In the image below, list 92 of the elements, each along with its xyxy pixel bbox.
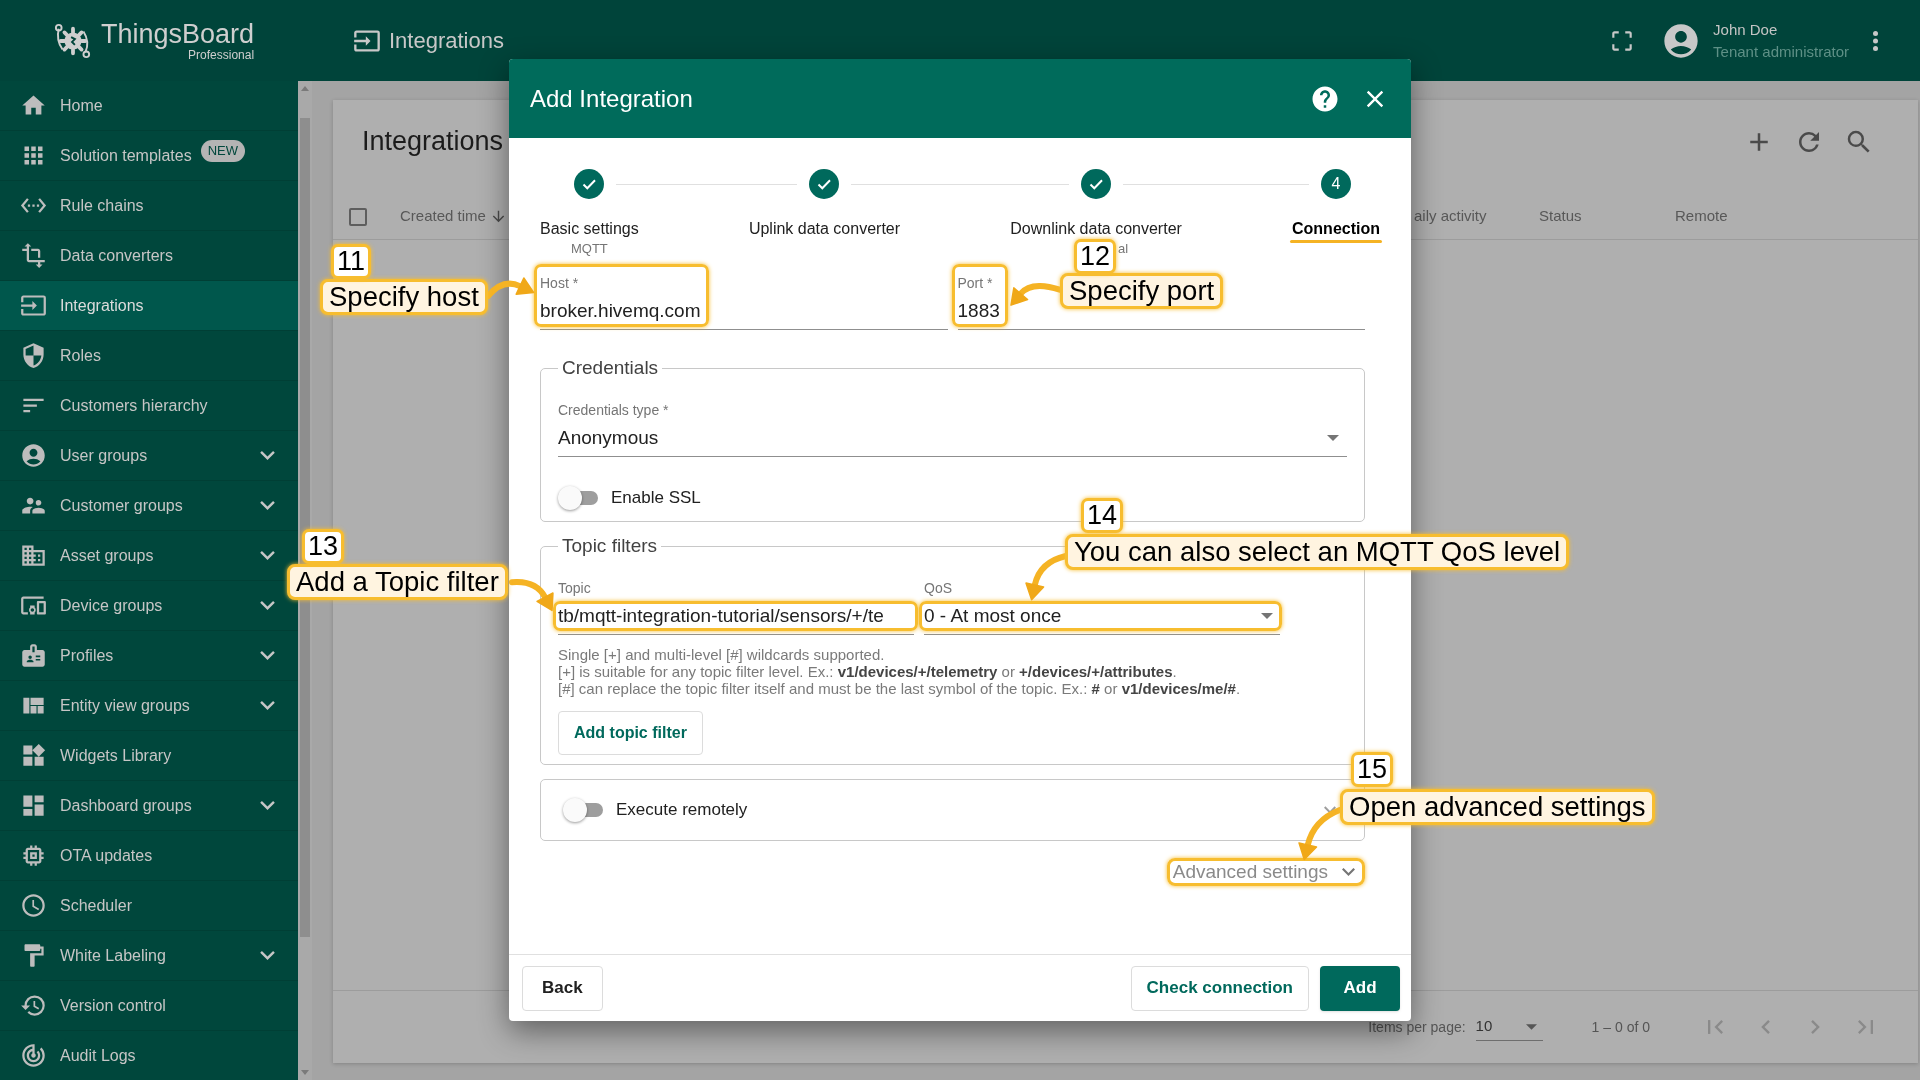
dropdown-caret-icon xyxy=(1261,613,1273,619)
sidebar-item[interactable]: White Labeling xyxy=(0,931,298,981)
step-label[interactable]: Connection xyxy=(1292,220,1380,238)
step-label[interactable]: Uplink data converter xyxy=(748,220,901,238)
field-label: Topic xyxy=(558,580,592,596)
qos-select[interactable]: QoS 0 - At most once xyxy=(924,574,1280,635)
callout-number: 11 xyxy=(331,244,372,279)
credentials-type-select[interactable]: Credentials type * Anonymous xyxy=(558,396,1347,457)
chevron-right-icon xyxy=(1810,1020,1820,1034)
field-label: QoS xyxy=(924,580,953,596)
panel-legend: Topic filters xyxy=(558,534,662,558)
hint-text: [+] is suitable for any topic filter level. Ex.: v1/devices/+/telemetry or +/devices/+/attributes. xyxy=(558,663,1178,680)
callout-text: You can also select an MQTT QoS level xyxy=(1065,534,1570,570)
sidebar-item[interactable]: Roles xyxy=(0,331,298,381)
page-title: Integrations xyxy=(389,27,504,55)
callout-text: Specify host xyxy=(320,279,488,315)
callout-text: Open advanced settings xyxy=(1340,789,1655,825)
sidebar-item[interactable]: Dashboard groups xyxy=(0,781,298,831)
user-role: Tenant administrator xyxy=(1713,41,1849,62)
scroll-down-icon xyxy=(301,1070,309,1075)
sidebar-item[interactable]: Customer groups xyxy=(0,481,298,531)
back-button[interactable]: Back xyxy=(522,965,603,1011)
first-page-icon xyxy=(1707,1020,1723,1034)
dropdown-caret-icon xyxy=(1525,1023,1537,1030)
field-label: Port * xyxy=(957,275,994,291)
shield-icon xyxy=(20,342,47,369)
field-label: Host * xyxy=(540,275,580,291)
check-connection-button[interactable]: Check connection xyxy=(1130,965,1309,1011)
hint-text: Single [+] and multi-level [#] wildcards supported. xyxy=(558,646,886,663)
curved-arrow-icon xyxy=(1296,807,1343,863)
step-label[interactable]: Basic settings xyxy=(540,220,639,238)
curved-arrow-icon xyxy=(509,578,556,614)
page-size-select[interactable]: 10 xyxy=(1475,1013,1543,1041)
sidebar-item[interactable]: OTA updates xyxy=(0,831,298,881)
sidebar-item[interactable]: User groups xyxy=(0,431,298,481)
last-page-icon xyxy=(1857,1020,1873,1034)
widgets-icon xyxy=(20,742,47,769)
sidebar-item[interactable]: Home xyxy=(0,81,298,131)
sidebar-item[interactable]: Entity view groups xyxy=(0,681,298,731)
chip-icon xyxy=(20,842,47,869)
crop-icon xyxy=(20,242,47,269)
column-header[interactable]: aily activity xyxy=(1414,205,1487,228)
field-label: Credentials type * xyxy=(558,402,670,418)
advanced-settings-toggle[interactable]: Advanced settings xyxy=(1166,858,1365,886)
hint-text: [#] can replace the topic filter itself and must be the last symbol of the topic. Ex.: # or v1/devices/me/#. xyxy=(558,680,1242,697)
sidebar-item[interactable]: Integrations xyxy=(0,281,298,331)
select-all-checkbox[interactable] xyxy=(349,207,367,226)
arrow-into-box-icon xyxy=(20,292,47,319)
add-button[interactable]: Add xyxy=(1320,965,1400,1011)
column-header[interactable]: Status xyxy=(1539,205,1582,228)
card-title: Integrations xyxy=(362,125,504,157)
curved-arrow-icon xyxy=(1008,283,1063,309)
sidebar-item[interactable]: Scheduler xyxy=(0,881,298,931)
callout-text: Specify port xyxy=(1060,273,1224,309)
range-label: 1 – 0 of 0 xyxy=(1591,1017,1650,1037)
dialog-title: Add Integration xyxy=(530,83,693,114)
items-per-page-label: Items per page: xyxy=(1368,1017,1466,1037)
badge-icon xyxy=(20,642,47,669)
panel-legend: Credentials xyxy=(558,356,663,380)
clock-icon xyxy=(20,892,47,919)
callout-number: 15 xyxy=(1351,752,1394,787)
user-name: John Doe xyxy=(1713,19,1779,40)
sidebar-item[interactable]: Profiles xyxy=(0,631,298,681)
callout-number: 12 xyxy=(1074,239,1117,274)
step-number: 4 xyxy=(1321,169,1351,199)
history-icon xyxy=(20,992,47,1019)
building-icon xyxy=(20,542,47,569)
column-header[interactable]: Created time xyxy=(400,205,507,228)
brand-name: ThingsBoard xyxy=(101,19,255,49)
sidebar-item[interactable]: Solution templates NEW xyxy=(0,131,298,181)
curved-arrow-icon xyxy=(485,274,537,299)
toggle-label: Execute remotely xyxy=(616,799,748,821)
toggle-label: Enable SSL xyxy=(611,487,701,509)
add-topic-filter-button[interactable]: Add topic filter xyxy=(558,711,703,755)
step-sublabel: MQTT xyxy=(570,241,608,257)
scroll-up-icon xyxy=(301,86,309,91)
sidebar-item[interactable]: Widgets Library xyxy=(0,731,298,781)
new-badge: NEW xyxy=(200,139,245,162)
text-field[interactable]: Host * broker.hivemq.com xyxy=(540,268,948,330)
target-icon xyxy=(20,1042,47,1069)
step-label[interactable]: Downlink data converter xyxy=(1010,220,1182,238)
callout-number: 14 xyxy=(1081,498,1124,533)
callout-number: 13 xyxy=(302,529,345,564)
step-sublabel: al xyxy=(1117,241,1129,257)
dashboard-icon xyxy=(20,792,47,819)
dropdown-caret-icon xyxy=(1327,435,1339,441)
brand-edition: Professional xyxy=(188,49,255,62)
more-vertical-icon xyxy=(1872,30,1878,51)
column-header[interactable]: Remote xyxy=(1675,205,1728,228)
topic-field[interactable]: Topic tb/mqtt-integration-tutorial/sensors/+/te xyxy=(558,574,914,635)
callout-text: Add a Topic filter xyxy=(287,564,508,600)
chevron-left-icon xyxy=(1760,1020,1770,1034)
